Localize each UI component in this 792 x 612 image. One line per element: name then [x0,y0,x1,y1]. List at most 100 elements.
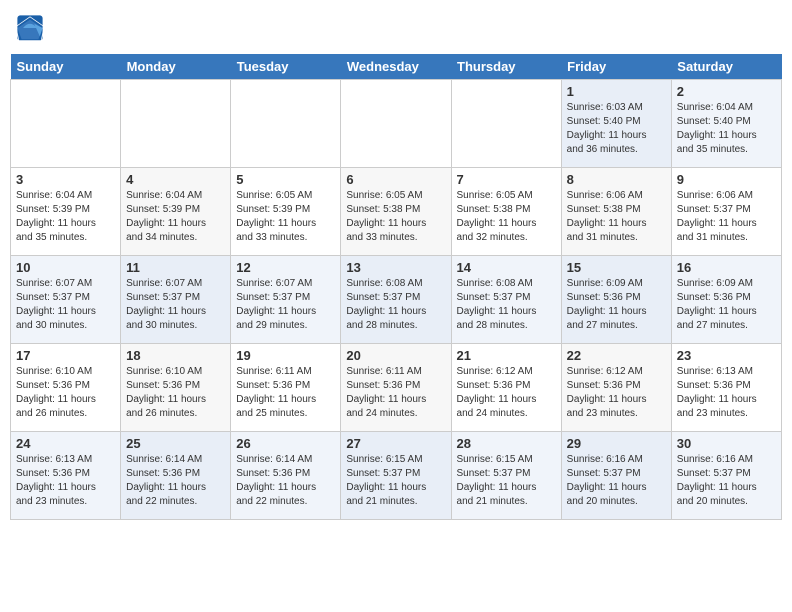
calendar-cell: 23 Sunrise: 6:13 AM Sunset: 5:36 PM Dayli… [671,344,781,432]
day-info: Sunrise: 6:14 AM Sunset: 5:36 PM Dayligh… [236,453,335,509]
calendar-cell: 24 Sunrise: 6:13 AM Sunset: 5:36 PM Dayli… [11,432,121,520]
day-info: Sunrise: 6:08 AM Sunset: 5:37 PM Dayligh… [346,277,445,333]
calendar-cell [341,80,451,168]
day-number: 7 [457,172,556,187]
day-number: 1 [567,84,666,99]
day-header-tuesday: Tuesday [231,54,341,80]
calendar-cell: 7 Sunrise: 6:05 AM Sunset: 5:38 PM Daylig… [451,168,561,256]
day-info: Sunrise: 6:14 AM Sunset: 5:36 PM Dayligh… [126,453,225,509]
day-info: Sunrise: 6:07 AM Sunset: 5:37 PM Dayligh… [126,277,225,333]
day-number: 12 [236,260,335,275]
day-info: Sunrise: 6:11 AM Sunset: 5:36 PM Dayligh… [236,365,335,421]
day-number: 8 [567,172,666,187]
day-info: Sunrise: 6:13 AM Sunset: 5:36 PM Dayligh… [16,453,115,509]
calendar-table: SundayMondayTuesdayWednesdayThursdayFrid… [10,54,782,520]
day-number: 13 [346,260,445,275]
day-header-thursday: Thursday [451,54,561,80]
day-number: 17 [16,348,115,363]
day-info: Sunrise: 6:16 AM Sunset: 5:37 PM Dayligh… [567,453,666,509]
day-header-sunday: Sunday [11,54,121,80]
day-number: 3 [16,172,115,187]
day-number: 29 [567,436,666,451]
calendar-cell: 27 Sunrise: 6:15 AM Sunset: 5:37 PM Dayli… [341,432,451,520]
day-info: Sunrise: 6:10 AM Sunset: 5:36 PM Dayligh… [16,365,115,421]
day-number: 14 [457,260,556,275]
calendar-cell: 17 Sunrise: 6:10 AM Sunset: 5:36 PM Dayli… [11,344,121,432]
calendar-cell [11,80,121,168]
logo [16,14,48,42]
day-header-friday: Friday [561,54,671,80]
day-number: 21 [457,348,556,363]
calendar-cell: 13 Sunrise: 6:08 AM Sunset: 5:37 PM Dayli… [341,256,451,344]
day-number: 23 [677,348,776,363]
day-info: Sunrise: 6:05 AM Sunset: 5:38 PM Dayligh… [457,189,556,245]
day-info: Sunrise: 6:04 AM Sunset: 5:40 PM Dayligh… [677,101,776,157]
calendar-cell: 10Sunrise: 6:07 AM Sunset: 5:37 PM Dayli… [11,256,121,344]
calendar-cell: 16 Sunrise: 6:09 AM Sunset: 5:36 PM Dayli… [671,256,781,344]
calendar-cell: 14 Sunrise: 6:08 AM Sunset: 5:37 PM Dayli… [451,256,561,344]
calendar-cell: 9 Sunrise: 6:06 AM Sunset: 5:37 PM Daylig… [671,168,781,256]
day-info: Sunrise: 6:13 AM Sunset: 5:36 PM Dayligh… [677,365,776,421]
day-info: Sunrise: 6:12 AM Sunset: 5:36 PM Dayligh… [457,365,556,421]
calendar-week-row: 3 Sunrise: 6:04 AM Sunset: 5:39 PM Daylig… [11,168,782,256]
day-number: 22 [567,348,666,363]
calendar-cell: 28 Sunrise: 6:15 AM Sunset: 5:37 PM Dayli… [451,432,561,520]
calendar-cell [451,80,561,168]
day-number: 9 [677,172,776,187]
day-info: Sunrise: 6:12 AM Sunset: 5:36 PM Dayligh… [567,365,666,421]
day-info: Sunrise: 6:09 AM Sunset: 5:36 PM Dayligh… [677,277,776,333]
day-info: Sunrise: 6:04 AM Sunset: 5:39 PM Dayligh… [16,189,115,245]
day-number: 16 [677,260,776,275]
day-number: 30 [677,436,776,451]
day-number: 4 [126,172,225,187]
calendar-cell: 22 Sunrise: 6:12 AM Sunset: 5:36 PM Dayli… [561,344,671,432]
day-info: Sunrise: 6:07 AM Sunset: 5:37 PM Dayligh… [236,277,335,333]
calendar-cell: 26 Sunrise: 6:14 AM Sunset: 5:36 PM Dayli… [231,432,341,520]
calendar-week-row: 17 Sunrise: 6:10 AM Sunset: 5:36 PM Dayli… [11,344,782,432]
calendar-week-row: 1 Sunrise: 6:03 AM Sunset: 5:40 PM Daylig… [11,80,782,168]
day-number: 19 [236,348,335,363]
day-info: Sunrise: 6:06 AM Sunset: 5:37 PM Dayligh… [677,189,776,245]
page-header [10,10,782,46]
day-number: 26 [236,436,335,451]
day-info: Sunrise: 6:05 AM Sunset: 5:39 PM Dayligh… [236,189,335,245]
calendar-cell: 29 Sunrise: 6:16 AM Sunset: 5:37 PM Dayli… [561,432,671,520]
day-info: Sunrise: 6:03 AM Sunset: 5:40 PM Dayligh… [567,101,666,157]
day-number: 27 [346,436,445,451]
day-number: 2 [677,84,776,99]
day-number: 5 [236,172,335,187]
calendar-cell: 1 Sunrise: 6:03 AM Sunset: 5:40 PM Daylig… [561,80,671,168]
day-number: 25 [126,436,225,451]
calendar-cell: 21 Sunrise: 6:12 AM Sunset: 5:36 PM Dayli… [451,344,561,432]
day-info: Sunrise: 6:05 AM Sunset: 5:38 PM Dayligh… [346,189,445,245]
calendar-cell: 8 Sunrise: 6:06 AM Sunset: 5:38 PM Daylig… [561,168,671,256]
day-info: Sunrise: 6:15 AM Sunset: 5:37 PM Dayligh… [346,453,445,509]
calendar-cell: 15 Sunrise: 6:09 AM Sunset: 5:36 PM Dayli… [561,256,671,344]
calendar-cell: 6Sunrise: 6:05 AM Sunset: 5:38 PM Daylig… [341,168,451,256]
day-info: Sunrise: 6:10 AM Sunset: 5:36 PM Dayligh… [126,365,225,421]
calendar-cell: 11Sunrise: 6:07 AM Sunset: 5:37 PM Dayli… [121,256,231,344]
day-number: 28 [457,436,556,451]
calendar-cell: 2 Sunrise: 6:04 AM Sunset: 5:40 PM Daylig… [671,80,781,168]
calendar-cell: 20Sunrise: 6:11 AM Sunset: 5:36 PM Dayli… [341,344,451,432]
calendar-cell: 30Sunrise: 6:16 AM Sunset: 5:37 PM Dayli… [671,432,781,520]
calendar-cell [231,80,341,168]
calendar-cell: 25 Sunrise: 6:14 AM Sunset: 5:36 PM Dayli… [121,432,231,520]
calendar-cell: 5 Sunrise: 6:05 AM Sunset: 5:39 PM Daylig… [231,168,341,256]
day-header-monday: Monday [121,54,231,80]
calendar-week-row: 10Sunrise: 6:07 AM Sunset: 5:37 PM Dayli… [11,256,782,344]
day-number: 24 [16,436,115,451]
day-info: Sunrise: 6:06 AM Sunset: 5:38 PM Dayligh… [567,189,666,245]
day-number: 15 [567,260,666,275]
day-info: Sunrise: 6:04 AM Sunset: 5:39 PM Dayligh… [126,189,225,245]
day-header-saturday: Saturday [671,54,781,80]
day-number: 18 [126,348,225,363]
calendar-cell: 4 Sunrise: 6:04 AM Sunset: 5:39 PM Daylig… [121,168,231,256]
day-info: Sunrise: 6:08 AM Sunset: 5:37 PM Dayligh… [457,277,556,333]
calendar-cell: 18 Sunrise: 6:10 AM Sunset: 5:36 PM Dayli… [121,344,231,432]
day-info: Sunrise: 6:15 AM Sunset: 5:37 PM Dayligh… [457,453,556,509]
day-info: Sunrise: 6:07 AM Sunset: 5:37 PM Dayligh… [16,277,115,333]
calendar-header-row: SundayMondayTuesdayWednesdayThursdayFrid… [11,54,782,80]
day-info: Sunrise: 6:09 AM Sunset: 5:36 PM Dayligh… [567,277,666,333]
calendar-cell: 3 Sunrise: 6:04 AM Sunset: 5:39 PM Daylig… [11,168,121,256]
